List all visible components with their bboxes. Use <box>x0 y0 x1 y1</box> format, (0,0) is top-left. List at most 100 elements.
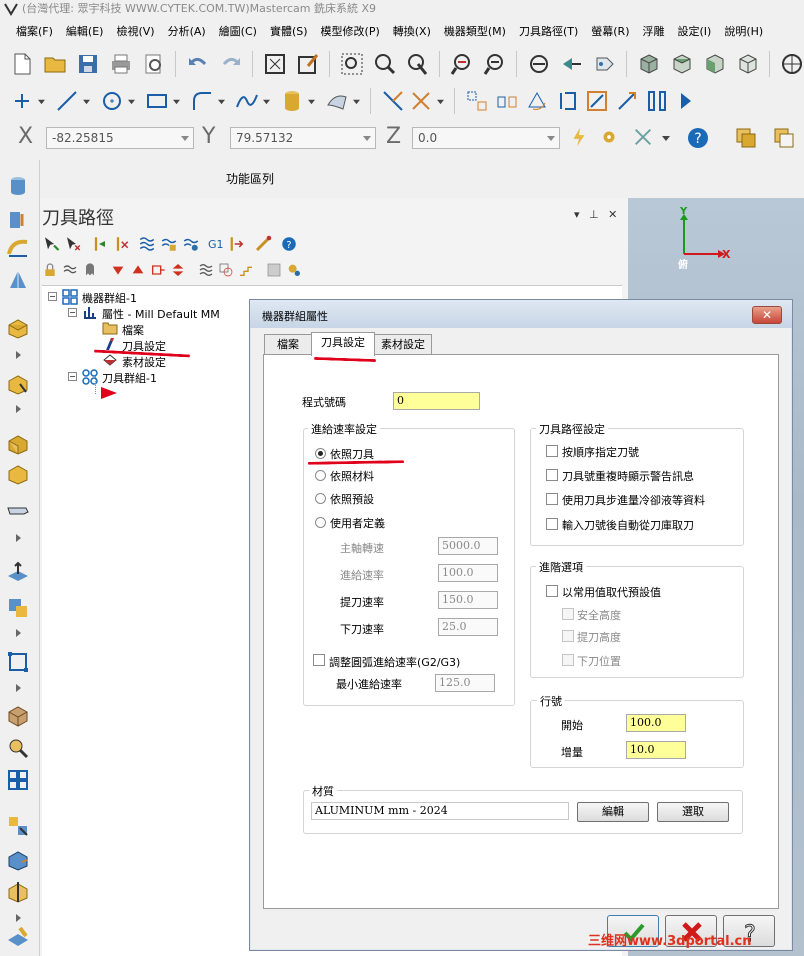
contour-op-icon[interactable] <box>6 316 30 340</box>
chevron-down-icon[interactable] <box>437 98 444 105</box>
tree-machine-group[interactable]: 機器群組-1 <box>82 290 137 306</box>
boolean-op-icon[interactable] <box>6 596 30 620</box>
menu-solids[interactable]: 實體(S) <box>270 23 308 39</box>
sweep-op-icon[interactable] <box>6 236 30 260</box>
menu-settings[interactable]: 設定(I) <box>678 23 712 39</box>
menu-view[interactable]: 檢視(V) <box>116 23 154 39</box>
material-edit-button[interactable]: 編輯 <box>577 802 649 822</box>
right-view-icon[interactable] <box>736 52 760 76</box>
toolbar-arrow-icon[interactable] <box>675 89 699 113</box>
line-icon[interactable] <box>55 89 79 113</box>
toggle-display-icon[interactable] <box>62 262 78 278</box>
tab-files[interactable]: 檔案 <box>264 334 312 356</box>
fillet-icon[interactable] <box>190 89 214 113</box>
bounding-box-icon[interactable] <box>6 650 30 674</box>
print-preview-icon[interactable] <box>142 52 166 76</box>
menu-toolpaths[interactable]: 刀具路徑(T) <box>519 23 578 39</box>
select-solid-icon[interactable] <box>6 814 30 838</box>
chevron-down-icon[interactable] <box>308 98 315 105</box>
tree-collapse-toggle[interactable]: − <box>48 292 57 301</box>
expand-arrow-icon[interactable] <box>16 351 21 359</box>
layout-grid-icon[interactable] <box>6 768 30 792</box>
menu-model-prep[interactable]: 模型修改(P) <box>321 23 380 39</box>
facing-op-icon[interactable] <box>6 432 30 456</box>
retract-height-checkbox[interactable] <box>562 630 574 642</box>
drill-op-icon[interactable] <box>6 208 30 232</box>
expand-arrow-icon[interactable] <box>16 914 21 922</box>
named-views-icon[interactable] <box>593 52 617 76</box>
feed-by-tool-radio[interactable] <box>315 448 326 459</box>
zoom-target-icon[interactable] <box>373 52 397 76</box>
globe-icon[interactable] <box>780 52 804 76</box>
xform-stretch-icon[interactable] <box>615 89 639 113</box>
regenerate-selected-icon[interactable] <box>90 235 108 253</box>
display-options-icon[interactable] <box>198 262 214 278</box>
chamfer-op-icon[interactable] <box>6 500 30 524</box>
engrave-op-icon[interactable] <box>6 462 30 486</box>
menu-edit[interactable]: 編輯(E) <box>66 23 104 39</box>
dialog-close-button[interactable]: ✕ <box>752 306 782 324</box>
feed-user-defined-radio[interactable] <box>315 517 326 528</box>
xform-offset-icon[interactable] <box>555 89 579 113</box>
chevron-down-icon[interactable] <box>173 98 180 105</box>
fit-screen-icon[interactable] <box>263 52 287 76</box>
insert-arrow-marker-icon[interactable] <box>100 386 118 400</box>
autocursor-settings-icon[interactable] <box>598 126 620 148</box>
zoom-out-icon[interactable] <box>483 52 507 76</box>
tree-collapse-toggle[interactable]: − <box>68 372 77 381</box>
xform-translate-icon[interactable] <box>465 89 489 113</box>
use-tool-stepover-label[interactable]: 使用刀具步進量冷卻液等資料 <box>562 492 705 508</box>
xform-rotate-icon[interactable] <box>525 89 549 113</box>
zoom-window-icon[interactable] <box>340 52 364 76</box>
expand-arrow-icon[interactable] <box>16 684 21 692</box>
assign-tool-sequence-label[interactable]: 按順序指定刀號 <box>562 444 639 460</box>
feed-by-default-label[interactable]: 依照預設 <box>330 491 374 507</box>
xform-project-icon[interactable] <box>645 89 669 113</box>
program-number-field[interactable]: 0 <box>393 392 480 410</box>
spindle-speed-field[interactable]: 5000.0 <box>438 537 498 555</box>
move-down-icon[interactable] <box>110 262 126 278</box>
delete-entity-icon[interactable] <box>409 89 433 113</box>
undo-icon[interactable] <box>186 52 210 76</box>
pin-icon[interactable]: ⊥ <box>589 208 599 221</box>
post-g1-label[interactable]: G1 <box>208 238 224 251</box>
chevron-down-icon[interactable] <box>218 98 225 105</box>
tree-collapse-toggle[interactable]: − <box>68 308 77 317</box>
tool-manager-icon[interactable] <box>266 262 282 278</box>
regenerate-dirty-icon[interactable] <box>112 235 130 253</box>
top-view-icon[interactable] <box>670 52 694 76</box>
tree-files[interactable]: 檔案 <box>122 322 144 338</box>
front-view-icon[interactable] <box>703 52 727 76</box>
duplicate-tool-warning-checkbox[interactable] <box>546 469 558 481</box>
min-feed-field[interactable]: 125.0 <box>435 674 495 692</box>
redo-icon[interactable] <box>219 52 243 76</box>
retract-rate-field[interactable]: 150.0 <box>438 591 498 609</box>
sequence-start-field[interactable]: 100.0 <box>626 714 686 732</box>
plunge-rate-field[interactable]: 25.0 <box>438 618 498 636</box>
menu-analyze[interactable]: 分析(A) <box>168 23 206 39</box>
close-icon[interactable]: ✕ <box>608 208 617 221</box>
toggle-posting-icon[interactable] <box>82 262 98 278</box>
snap-cross-icon[interactable] <box>632 126 654 148</box>
chevron-down-icon[interactable] <box>128 98 135 105</box>
open-folder-icon[interactable] <box>43 52 67 76</box>
arc-feed-adjust-checkbox[interactable] <box>313 654 325 666</box>
expand-arrow-icon[interactable] <box>16 629 21 637</box>
expand-arrow-icon[interactable] <box>16 405 21 413</box>
expand-arrow-icon[interactable] <box>16 534 21 542</box>
unzoom-previous-icon[interactable] <box>450 52 474 76</box>
sequence-increment-field[interactable]: 10.0 <box>626 741 686 759</box>
stock-model-icon[interactable] <box>6 704 30 728</box>
backplot-ops-icon[interactable] <box>138 235 156 253</box>
previous-view-icon[interactable] <box>560 52 584 76</box>
save-icon[interactable] <box>76 52 100 76</box>
menu-screen[interactable]: 螢幕(R) <box>591 23 629 39</box>
cylinder-icon[interactable] <box>280 89 304 113</box>
feed-by-default-radio[interactable] <box>315 493 326 504</box>
tab-tool-settings[interactable]: 刀具設定 <box>311 332 375 356</box>
tab-stock-setup[interactable]: 素材設定 <box>374 334 432 356</box>
chevron-down-icon[interactable] <box>263 98 270 105</box>
x-coord-field[interactable]: -82.25815 <box>46 127 194 149</box>
verify-ops-icon[interactable] <box>160 235 178 253</box>
new-file-icon[interactable] <box>10 52 34 76</box>
